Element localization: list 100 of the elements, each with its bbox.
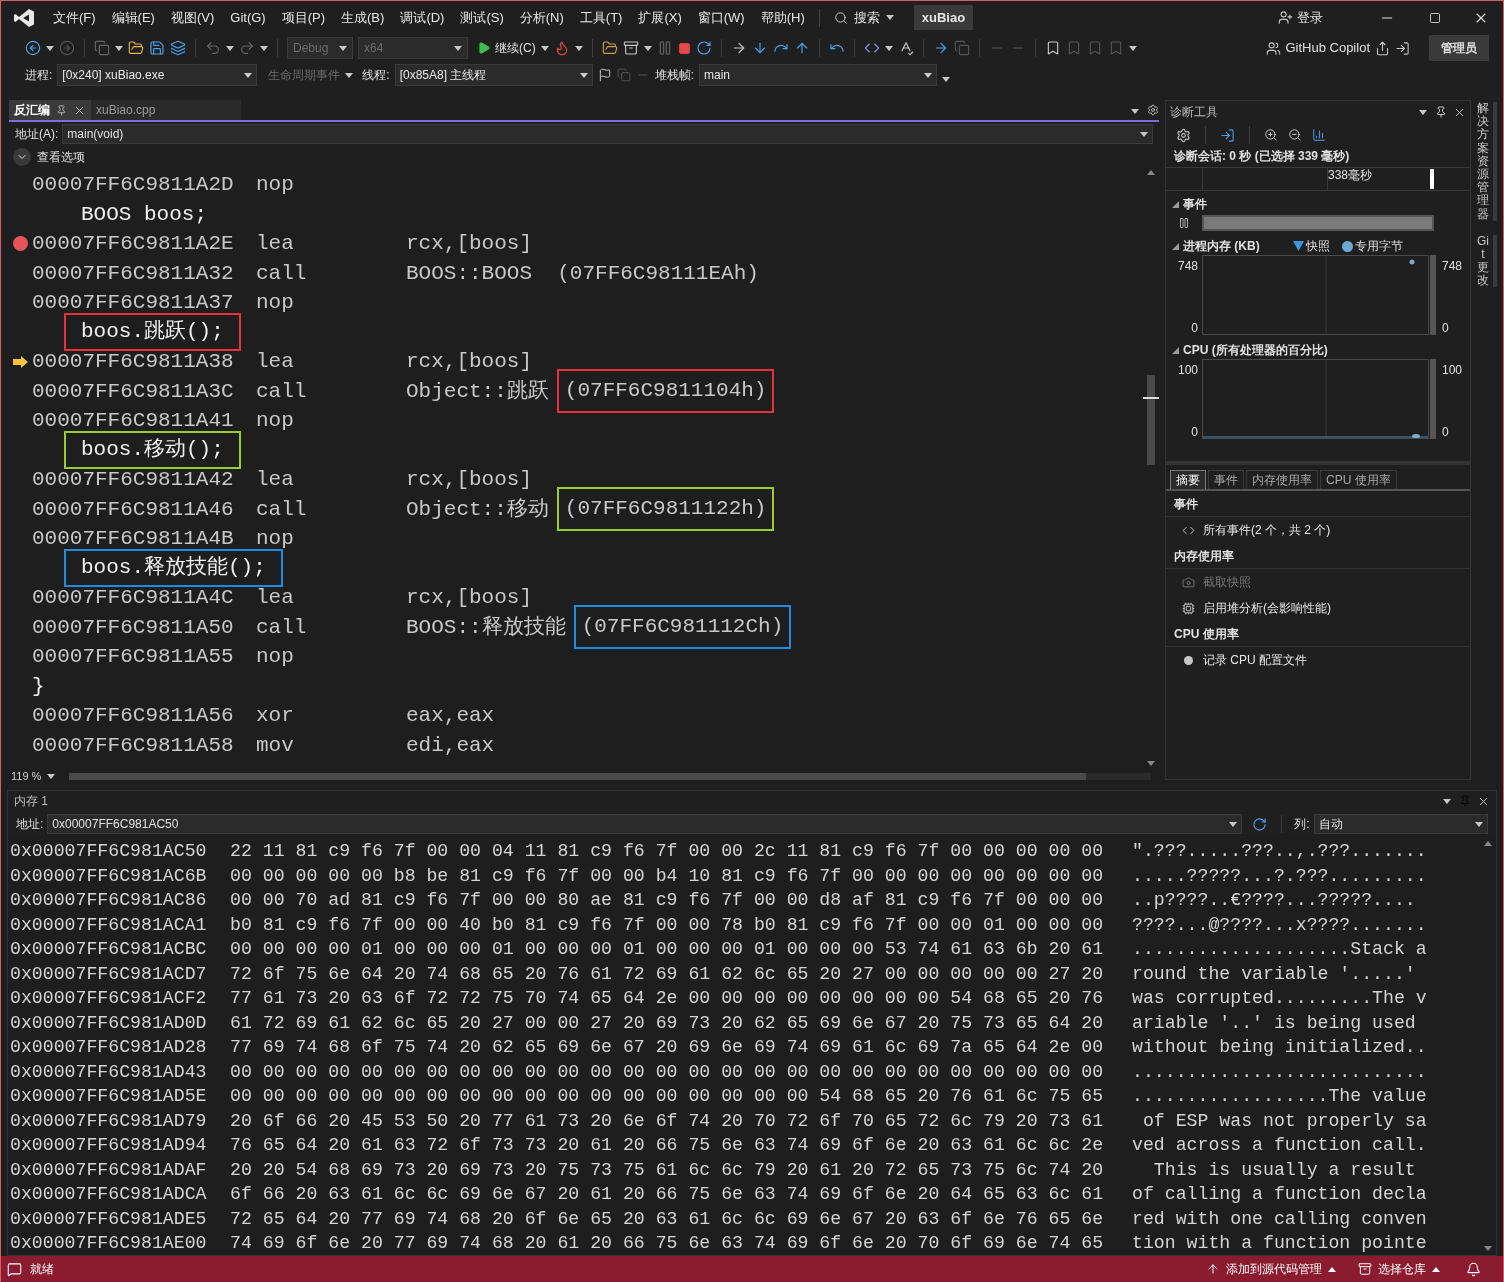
redo-icon[interactable] [239, 40, 255, 56]
save-all-icon[interactable] [170, 40, 186, 56]
diagnostics-action[interactable]: 所有事件(2 个，共 2 个) [1166, 517, 1470, 543]
thread-dropdown[interactable]: [0x85A8] 主线程 [394, 64, 593, 86]
menu-item[interactable]: 分析(N) [511, 7, 572, 28]
menu-item[interactable]: 工具(T) [571, 7, 631, 28]
caret-icon[interactable] [1419, 109, 1427, 115]
caret-icon[interactable] [574, 45, 583, 51]
caret-icon[interactable] [115, 45, 123, 51]
settings-icon[interactable] [1176, 127, 1191, 143]
menu-item[interactable]: 扩展(X) [630, 7, 690, 28]
caret-icon[interactable] [643, 45, 652, 51]
caret-icon[interactable] [884, 45, 893, 51]
caret-icon[interactable] [47, 773, 56, 779]
menu-item[interactable]: 视图(V) [162, 7, 223, 28]
process-dropdown[interactable]: [0x240] xuBiao.exe [57, 64, 258, 86]
collapse-icon[interactable] [1172, 346, 1179, 354]
copilot-icon[interactable] [1266, 40, 1282, 56]
menu-item[interactable]: 项目(P) [273, 7, 334, 28]
folder-icon[interactable] [128, 40, 144, 56]
zoom-out-icon[interactable] [1288, 128, 1302, 142]
diagnostics-tab[interactable]: 内存使用率 [1246, 470, 1318, 489]
menu-item[interactable]: 文件(F) [45, 7, 104, 28]
user-plus-icon[interactable] [1278, 10, 1293, 25]
caret-icon[interactable] [244, 72, 253, 78]
columns-dropdown[interactable]: 自动 [1313, 814, 1488, 834]
zoom-level[interactable]: 119 % [9, 767, 42, 785]
logo-icon[interactable] [13, 7, 35, 28]
code-icon[interactable] [863, 40, 880, 56]
folder-icon[interactable] [601, 40, 618, 56]
caret-up-icon[interactable] [1432, 1266, 1440, 1272]
scroll-down-icon[interactable] [1147, 761, 1155, 766]
repository-icon[interactable] [1358, 1262, 1372, 1276]
continue-button[interactable]: 继续(C) [477, 39, 536, 57]
notification-icon[interactable] [1466, 1261, 1481, 1277]
play-icon[interactable] [477, 41, 491, 55]
side-tab[interactable]: 解决方案资源管理器 [1477, 102, 1497, 221]
caret-icon[interactable] [1475, 821, 1483, 827]
horizontal-scrollbar[interactable] [69, 772, 1151, 780]
menu-item[interactable]: 窗口(W) [689, 7, 753, 28]
caret-icon[interactable] [579, 72, 588, 78]
caret-icon[interactable] [885, 15, 894, 20]
menu-item[interactable]: 生成(B) [333, 7, 393, 28]
refresh-icon[interactable] [1252, 816, 1268, 832]
address-field[interactable]: main(void) [62, 124, 1153, 144]
pin-icon[interactable] [1435, 106, 1447, 118]
caret-up-icon[interactable] [1328, 1266, 1336, 1272]
diagnostics-action[interactable]: 启用堆分析(会影响性能) [1166, 595, 1470, 621]
login-button[interactable]: 登录 [1278, 7, 1323, 28]
caret-icon[interactable] [1131, 109, 1139, 114]
menu-item[interactable]: 编辑(E) [103, 7, 163, 28]
caret-icon[interactable] [1443, 798, 1451, 804]
breakpoint-icon[interactable] [13, 236, 28, 252]
zoom-in-icon[interactable] [1264, 128, 1278, 142]
stack-frame-dropdown[interactable]: main [699, 64, 938, 86]
repository-button[interactable]: 选择仓库 [1358, 1260, 1440, 1278]
scroll-up-icon[interactable] [1147, 170, 1155, 175]
back-icon[interactable] [25, 40, 41, 56]
undo-icon[interactable] [205, 40, 221, 56]
caret-icon[interactable] [46, 45, 54, 51]
menu-item[interactable]: 调试(D) [392, 7, 453, 28]
document-tab[interactable]: 反汇编 [9, 100, 91, 120]
settings-icon[interactable] [1147, 104, 1159, 116]
collapse-icon[interactable] [1172, 200, 1179, 208]
caret-icon[interactable] [540, 45, 549, 51]
menu-item[interactable]: Git(G) [222, 7, 274, 28]
save-icon[interactable] [149, 40, 165, 56]
caret-icon[interactable] [1128, 45, 1137, 51]
caret-icon[interactable] [260, 45, 268, 51]
menu-item[interactable]: 帮助(H) [752, 7, 813, 28]
search-button[interactable]: 搜索 [825, 7, 902, 28]
admin-button[interactable]: 管理员 [1429, 35, 1489, 61]
maximize-icon[interactable] [1429, 11, 1441, 24]
copy-icon[interactable] [94, 40, 110, 56]
share-icon[interactable] [1375, 40, 1390, 56]
search-icon[interactable] [833, 10, 848, 25]
timeline-ruler[interactable]: 338毫秒 [1166, 167, 1470, 191]
pin-icon[interactable] [56, 104, 67, 116]
menu-item[interactable]: 测试(S) [452, 7, 512, 28]
address-field[interactable]: 0x00007FF6C981AC50 [47, 814, 1243, 834]
stop-icon[interactable] [677, 41, 691, 55]
copilot-button[interactable]: GitHub Copilot [1266, 38, 1370, 58]
scroll-up-icon[interactable] [1484, 841, 1492, 846]
restart-icon[interactable] [695, 40, 712, 56]
source-control-button[interactable]: 添加到源代码管理 [1206, 1260, 1336, 1278]
collapse-icon[interactable] [1172, 242, 1179, 250]
chart-icon[interactable] [1312, 128, 1326, 142]
diagnostics-tab[interactable]: 事件 [1208, 470, 1244, 489]
flag-icon[interactable] [597, 68, 612, 82]
diagnostics-tab[interactable]: CPU 使用率 [1320, 470, 1397, 489]
caret-icon[interactable] [1229, 821, 1238, 827]
message-icon[interactable] [7, 1261, 22, 1277]
caret-icon[interactable] [1140, 131, 1148, 137]
diagnostics-action[interactable]: 记录 CPU 配置文件 [1166, 647, 1470, 673]
scroll-down-icon[interactable] [1484, 1246, 1492, 1251]
diagnostics-tab[interactable]: 摘要 [1170, 470, 1206, 489]
side-tab[interactable]: Git 更改 [1477, 234, 1497, 288]
caret-icon[interactable] [226, 45, 234, 51]
caret-icon[interactable] [345, 72, 354, 78]
document-tab[interactable]: xuBiao.cpp [91, 100, 241, 120]
